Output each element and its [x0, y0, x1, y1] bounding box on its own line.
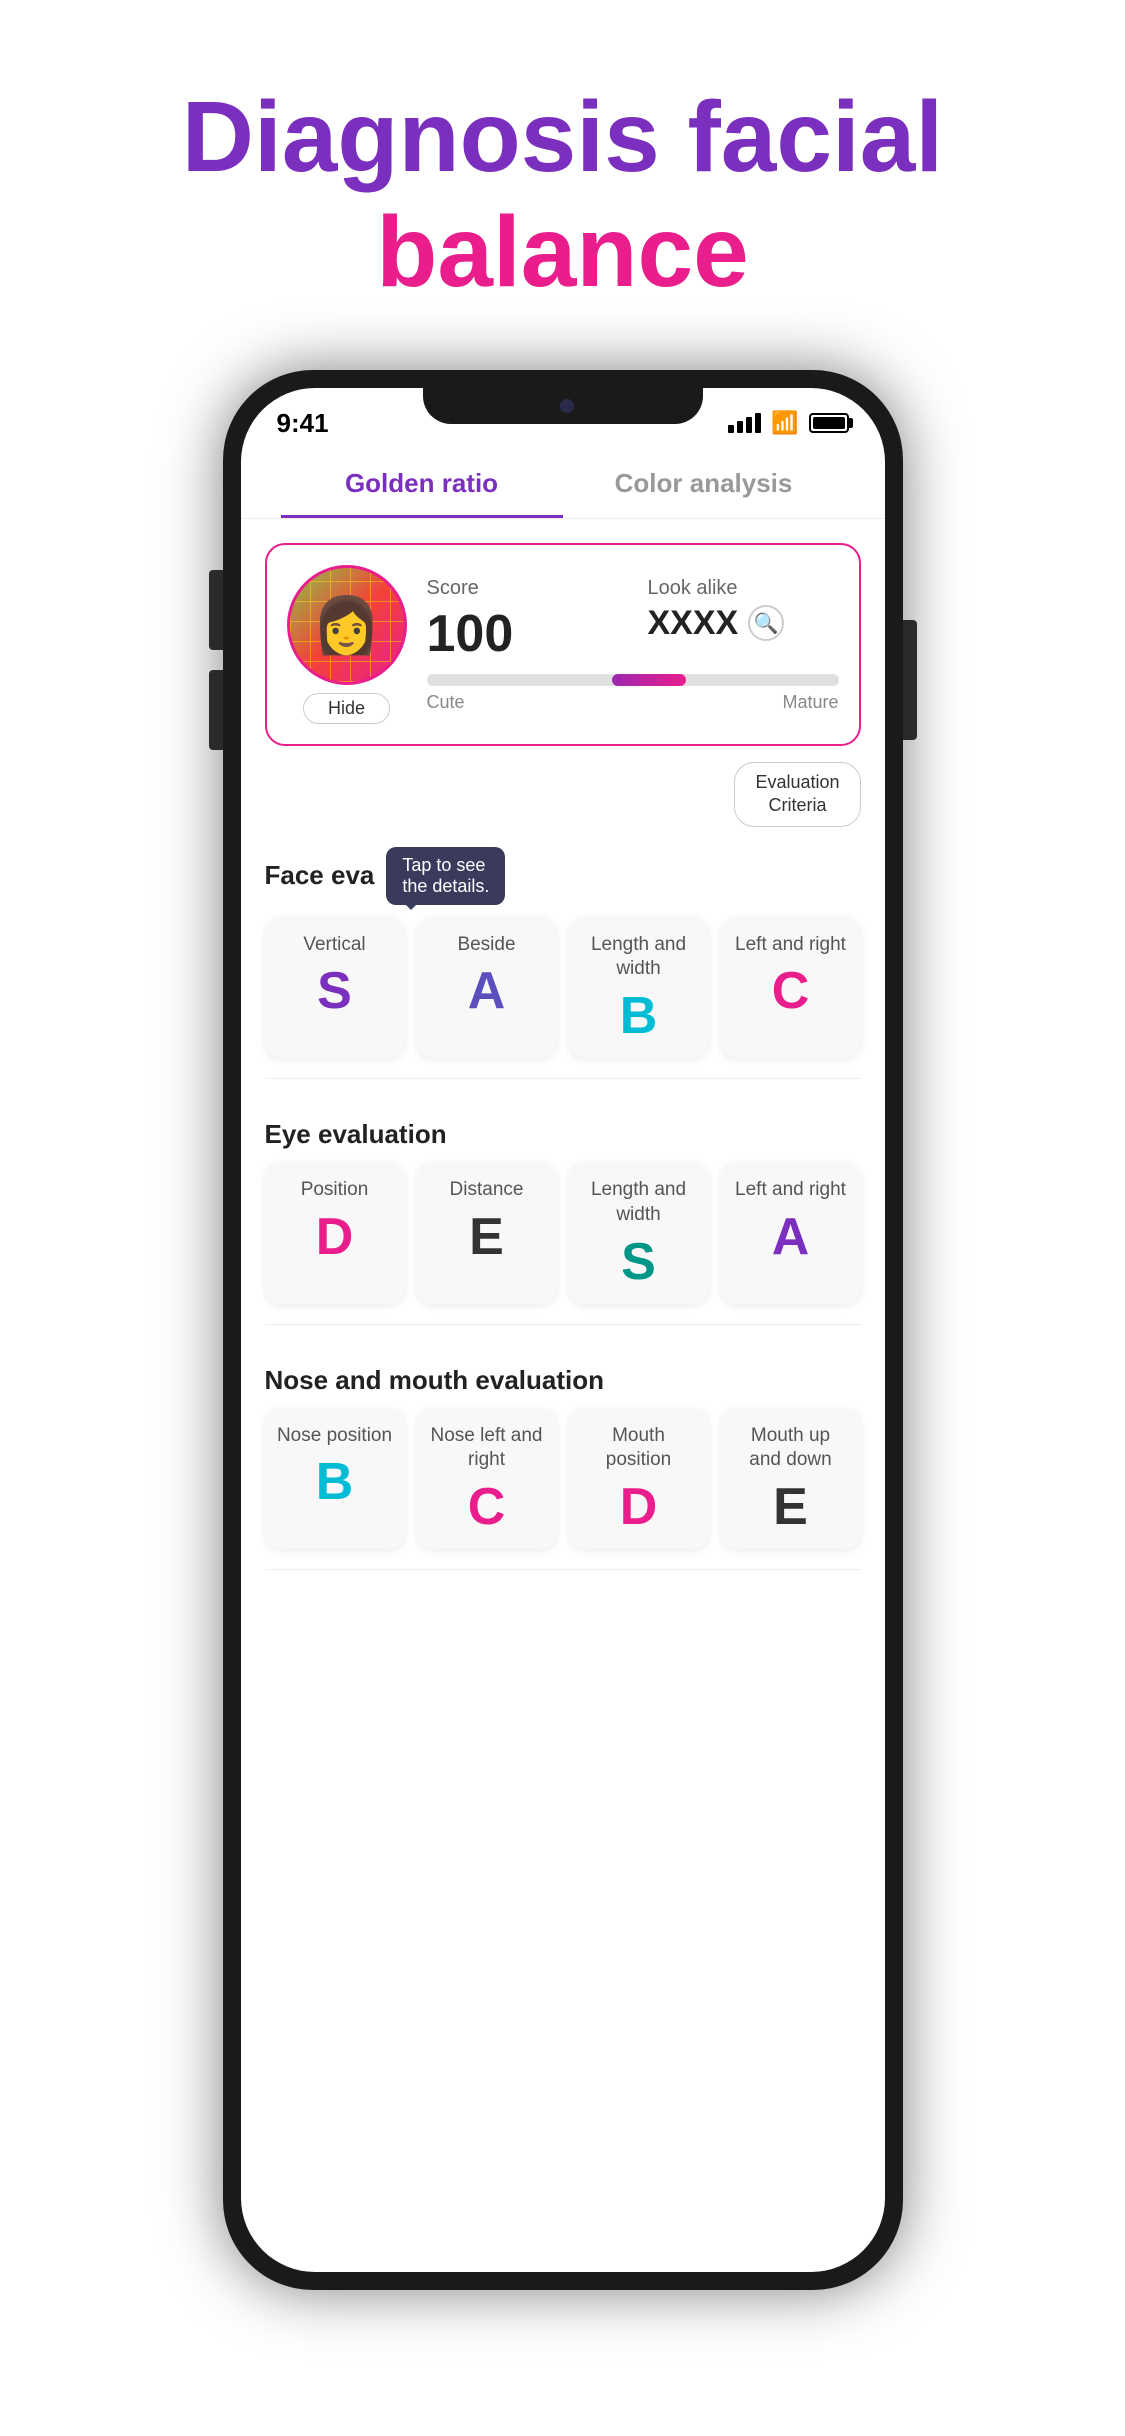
- tooltip-bubble: Tap to seethe details.: [386, 847, 505, 905]
- grade-letter-mouth-position: D: [581, 1481, 697, 1533]
- nose-mouth-evaluation-header: Nose and mouth evaluation: [241, 1345, 885, 1408]
- phone-screen: 9:41 📶 Golden ratio Color analysis: [241, 388, 885, 2272]
- grade-label-position: Position: [277, 1178, 393, 1203]
- tab-golden-ratio[interactable]: Golden ratio: [281, 468, 563, 518]
- face-evaluation-grid: Vertical S Beside A Length and width B L…: [241, 917, 885, 1078]
- notch: [423, 388, 703, 424]
- phone-frame: 9:41 📶 Golden ratio Color analysis: [223, 370, 903, 2290]
- volume-up-button[interactable]: [209, 570, 223, 650]
- score-col: Score 100: [427, 577, 618, 664]
- grade-label-beside: Beside: [429, 933, 545, 958]
- front-camera: [560, 399, 574, 413]
- score-card: 👩 Hide Score 100 Look alike XXXX 🔍: [265, 543, 861, 746]
- hide-button[interactable]: Hide: [303, 693, 390, 724]
- bar-track: [427, 674, 839, 686]
- hero-title-purple: Diagnosis facial: [182, 81, 943, 193]
- avatar-face-icon: 👩: [312, 593, 380, 658]
- evaluation-criteria-button[interactable]: Evaluation Criteria: [734, 762, 860, 827]
- eye-evaluation-header: Eye evaluation: [241, 1099, 885, 1162]
- score-row: Score 100 Look alike XXXX 🔍: [427, 577, 839, 664]
- grade-letter-nose-position: B: [277, 1456, 393, 1508]
- battery-icon: [809, 413, 849, 433]
- signal-icon: [728, 413, 761, 433]
- grade-letter-vertical: S: [277, 965, 393, 1017]
- nose-mouth-evaluation-grid: Nose position B Nose left and right C Mo…: [241, 1408, 885, 1569]
- nose-mouth-evaluation-label: Nose and mouth evaluation: [265, 1365, 605, 1396]
- divider-3: [265, 1569, 861, 1570]
- grade-letter-eye-length-width: S: [581, 1236, 697, 1288]
- status-icons: 📶: [728, 410, 848, 436]
- bar-labels: Cute Mature: [427, 692, 839, 713]
- tab-color-analysis[interactable]: Color analysis: [563, 468, 845, 518]
- grade-label-eye-length-width: Length and width: [581, 1178, 697, 1227]
- grade-card-beside[interactable]: Beside A: [417, 917, 557, 1058]
- grade-card-eye-left-right[interactable]: Left and right A: [721, 1162, 861, 1303]
- grade-label-vertical: Vertical: [277, 933, 393, 958]
- grade-letter-mouth-up-down: E: [733, 1481, 849, 1533]
- grade-letter-length-width: B: [581, 990, 697, 1042]
- grade-card-vertical[interactable]: Vertical S: [265, 917, 405, 1058]
- divider-1: [265, 1078, 861, 1079]
- lookalike-value: XXXX: [648, 604, 739, 643]
- score-value: 100: [427, 604, 618, 664]
- bar-fill: [612, 674, 686, 686]
- eval-criteria-wrap: Evaluation Criteria: [241, 746, 885, 827]
- tab-bar: Golden ratio Color analysis: [241, 448, 885, 519]
- face-evaluation-label: Face eva: [265, 860, 375, 891]
- score-info: Score 100 Look alike XXXX 🔍: [427, 577, 839, 713]
- cute-label: Cute: [427, 692, 465, 713]
- grade-label-nose-left-right: Nose left and right: [429, 1424, 545, 1473]
- grade-letter-eye-left-right: A: [733, 1211, 849, 1263]
- grade-label-mouth-up-down: Mouth up and down: [733, 1424, 849, 1473]
- avatar: 👩: [287, 565, 407, 685]
- grade-letter-distance: E: [429, 1211, 545, 1263]
- status-time: 9:41: [277, 408, 329, 439]
- grade-card-nose-position[interactable]: Nose position B: [265, 1408, 405, 1549]
- grade-label-eye-left-right: Left and right: [733, 1178, 849, 1203]
- divider-2: [265, 1324, 861, 1325]
- power-button[interactable]: [903, 620, 917, 740]
- face-evaluation-header: Face eva Tap to seethe details.: [241, 827, 885, 917]
- grade-card-position[interactable]: Position D: [265, 1162, 405, 1303]
- grade-card-length-width[interactable]: Length and width B: [569, 917, 709, 1058]
- grade-letter-nose-left-right: C: [429, 1481, 545, 1533]
- grade-card-distance[interactable]: Distance E: [417, 1162, 557, 1303]
- cute-mature-bar: Cute Mature: [427, 674, 839, 713]
- grade-label-left-right: Left and right: [733, 933, 849, 958]
- grade-card-left-right[interactable]: Left and right C: [721, 917, 861, 1058]
- volume-down-button[interactable]: [209, 670, 223, 750]
- lookalike-row: XXXX 🔍: [648, 604, 839, 643]
- grade-label-length-width: Length and width: [581, 933, 697, 982]
- score-label: Score: [427, 577, 618, 600]
- lookalike-label: Look alike: [648, 577, 839, 600]
- avatar-container: 👩 Hide: [287, 565, 407, 724]
- hero-title-pink: balance: [376, 196, 748, 308]
- mature-label: Mature: [782, 692, 838, 713]
- grade-card-eye-length-width[interactable]: Length and width S: [569, 1162, 709, 1303]
- grade-label-mouth-position: Mouth position: [581, 1424, 697, 1473]
- grade-card-mouth-up-down[interactable]: Mouth up and down E: [721, 1408, 861, 1549]
- grade-letter-beside: A: [429, 965, 545, 1017]
- grade-letter-position: D: [277, 1211, 393, 1263]
- grade-label-distance: Distance: [429, 1178, 545, 1203]
- grade-letter-left-right: C: [733, 965, 849, 1017]
- grade-card-mouth-position[interactable]: Mouth position D: [569, 1408, 709, 1549]
- wifi-icon: 📶: [771, 410, 798, 436]
- lookalike-col: Look alike XXXX 🔍: [648, 577, 839, 664]
- grade-label-nose-position: Nose position: [277, 1424, 393, 1449]
- eye-evaluation-label: Eye evaluation: [265, 1119, 447, 1150]
- grade-card-nose-left-right[interactable]: Nose left and right C: [417, 1408, 557, 1549]
- eye-evaluation-grid: Position D Distance E Length and width S…: [241, 1162, 885, 1323]
- search-button[interactable]: 🔍: [748, 605, 784, 641]
- hero-title: Diagnosis facial balance: [0, 0, 1125, 370]
